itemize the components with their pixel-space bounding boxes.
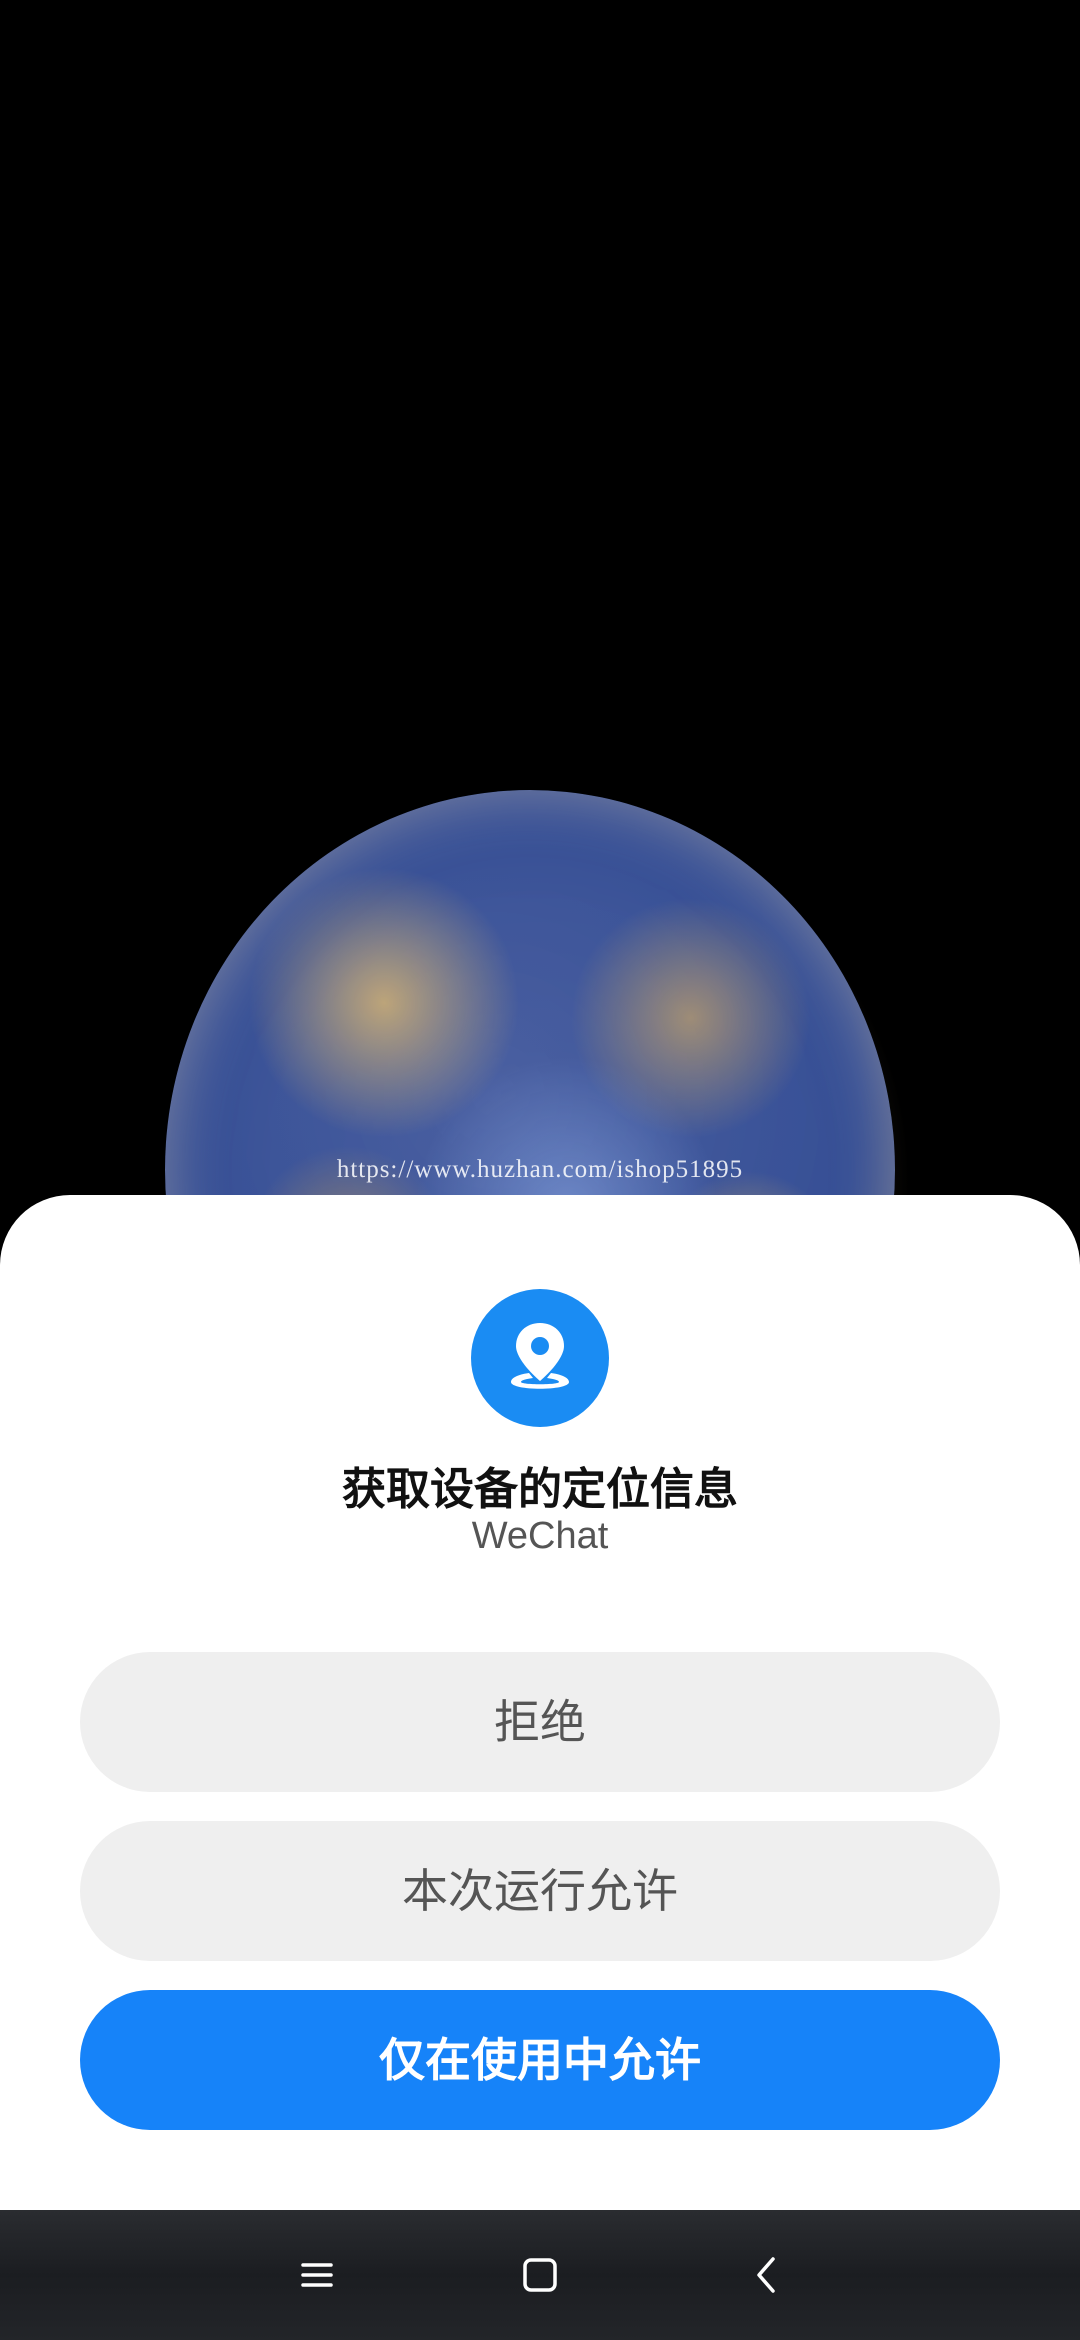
back-chevron-icon[interactable]: [727, 2235, 807, 2315]
navigation-bar: [0, 2210, 1080, 2340]
screen: https://www.huzhan.com/ishop51895 获取设备的定…: [0, 0, 1080, 2340]
menu-lines-icon[interactable]: [277, 2235, 357, 2315]
location-pin-icon: [471, 1289, 609, 1427]
allow-while-using-button[interactable]: 仅在使用中允许: [80, 1990, 1000, 2130]
home-square-icon[interactable]: [500, 2235, 580, 2315]
watermark-text: https://www.huzhan.com/ishop51895: [336, 1156, 744, 1183]
dialog-title: 获取设备的定位信息: [342, 1464, 738, 1515]
allow-once-button[interactable]: 本次运行允许: [80, 1821, 1000, 1961]
app-name: WeChat: [471, 1515, 609, 1557]
deny-button[interactable]: 拒绝: [80, 1652, 1000, 1792]
permission-dialog: 获取设备的定位信息 WeChat 拒绝 本次运行允许 仅在使用中允许: [0, 1195, 1080, 2210]
